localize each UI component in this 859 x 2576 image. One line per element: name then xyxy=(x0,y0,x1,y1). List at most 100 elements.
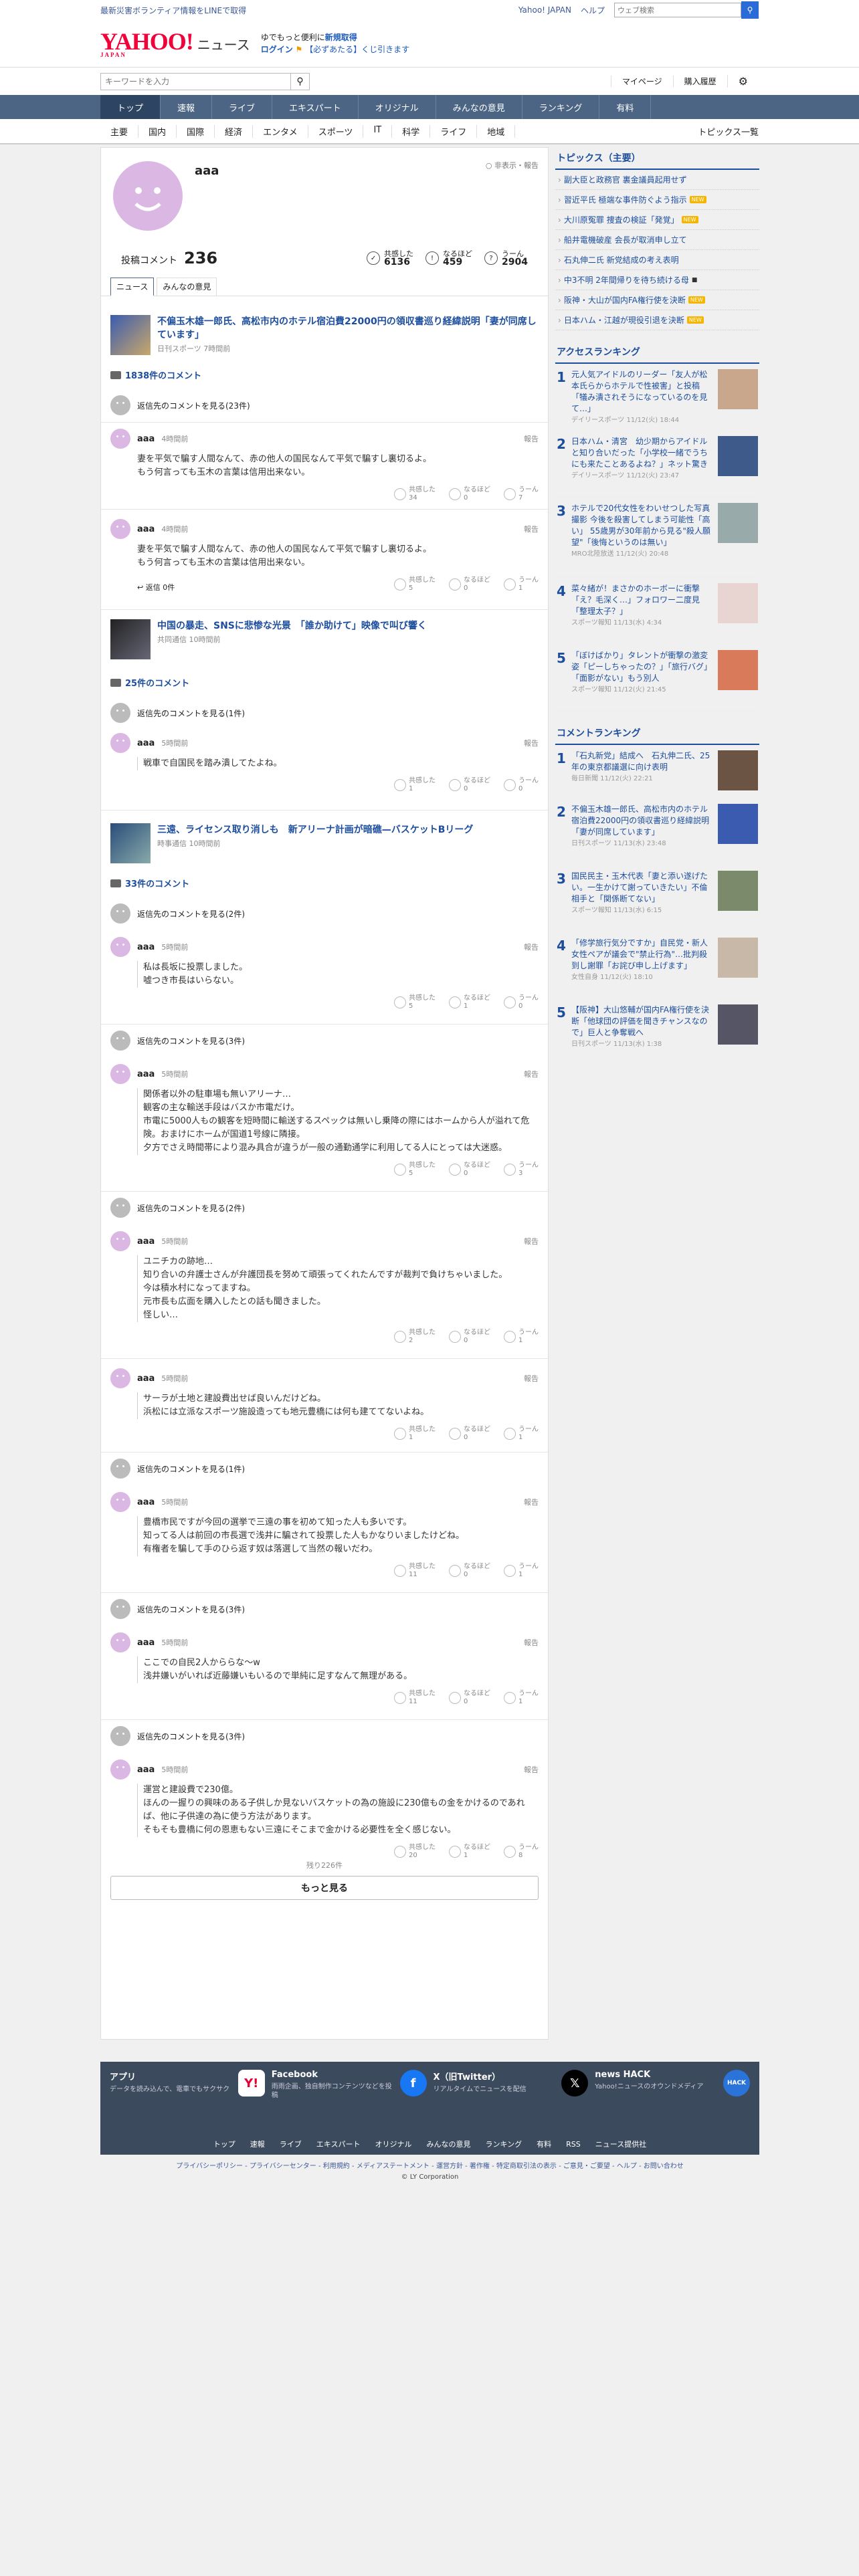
comment-author[interactable]: aaa xyxy=(137,1237,155,1247)
hmm-button[interactable]: うーん 3 xyxy=(504,1162,539,1178)
topic-item[interactable]: 石丸伸二氏 新党結成の考え表明 xyxy=(555,250,759,270)
footer-link[interactable]: みんなの意見 xyxy=(426,2139,470,2149)
topics-list-link[interactable]: トピックス一覧 xyxy=(698,125,759,138)
gnav-expert[interactable]: エキスパート xyxy=(272,95,359,119)
category-science[interactable]: 科学 xyxy=(392,124,431,138)
topic-item[interactable]: 中3不明 2年間帰りを待ち続ける母■ xyxy=(555,270,759,290)
comment-author[interactable]: aaa xyxy=(137,1765,155,1775)
footer-x[interactable]: X（旧Twitter） リアルタイムでニュースを配信 𝕏 xyxy=(434,2070,589,2125)
hmm-button[interactable]: うーん 1 xyxy=(504,1690,539,1706)
tab-opinion[interactable]: みんなの意見 xyxy=(157,278,217,296)
ranking-item[interactable]: 3 国民民主・玉木代表「妻と添い遂げたい。一生かけて謝っていきたい」不倫相手と「関… xyxy=(555,865,759,932)
ranking-item[interactable]: 4 菜々緒が！まさかのホーボーに衝撃「え？毛深く…」フォロワー二度見「整理太子？」… xyxy=(555,578,759,645)
category-entertainment[interactable]: エンタメ xyxy=(253,124,308,138)
empathy-button[interactable]: 共感した 5 xyxy=(394,1162,436,1178)
insight-button[interactable]: なるほど 0 xyxy=(449,576,490,593)
insight-button[interactable]: なるほど 0 xyxy=(449,1162,490,1178)
topic-item[interactable]: 日本ハム・江越が現役引退を決断NEW xyxy=(555,310,759,330)
category-local[interactable]: 地域 xyxy=(477,124,516,138)
footer-link[interactable]: RSS xyxy=(566,2140,581,2149)
article-thumbnail[interactable] xyxy=(110,315,151,355)
news-search-input[interactable] xyxy=(100,72,291,90)
topic-item[interactable]: 阪神・大山が国内FA権行使を決断NEW xyxy=(555,290,759,310)
web-search-input[interactable] xyxy=(614,3,741,17)
insight-button[interactable]: なるほど 0 xyxy=(449,1329,490,1345)
report-link[interactable]: 報告 xyxy=(524,1069,539,1079)
insight-button[interactable]: なるほど 1 xyxy=(449,1844,490,1860)
insight-button[interactable]: なるほど 0 xyxy=(449,1426,490,1442)
article-title[interactable]: 中国の暴走、SNSに悲惨な光景 「誰か助けて」映像で叫び響く xyxy=(157,619,427,633)
mypage-link[interactable]: マイページ xyxy=(610,76,673,87)
hide-report-link[interactable]: ○ 非表示・報告 xyxy=(486,160,539,171)
empathy-button[interactable]: 共感した 34 xyxy=(394,486,436,502)
category-it[interactable]: IT xyxy=(363,124,393,138)
comment-author[interactable]: aaa xyxy=(137,1638,155,1648)
empathy-button[interactable]: 共感した 5 xyxy=(394,576,436,593)
hmm-button[interactable]: うーん 1 xyxy=(504,1563,539,1579)
gnav-top[interactable]: トップ xyxy=(100,95,161,119)
comment-author[interactable]: aaa xyxy=(137,434,155,444)
comment-count[interactable]: 33件のコメント xyxy=(101,877,548,889)
reply-parent-link[interactable]: 返信先のコメントを見る(23件) xyxy=(101,395,548,415)
footer-newshack[interactable]: news HACK Yahoo!ニュースのオウンドメディア HACK xyxy=(595,2070,750,2125)
empathy-button[interactable]: 共感した 1 xyxy=(394,777,436,793)
hmm-button[interactable]: うーん 0 xyxy=(504,994,539,1010)
empathy-button[interactable]: 共感した 2 xyxy=(394,1329,436,1345)
report-link[interactable]: 報告 xyxy=(524,1373,539,1384)
legal-links[interactable]: プライバシーポリシー - プライバシーセンター - 利用規約 - メディアステー… xyxy=(100,2161,759,2172)
ranking-item[interactable]: 2 不偏玉木雄一郎氏、高松市内のホテル宿泊費22000円の領収書巡り経緯説明「妻が… xyxy=(555,798,759,865)
empathy-button[interactable]: 共感した 5 xyxy=(394,994,436,1010)
hmm-button[interactable]: うーん 7 xyxy=(504,486,539,502)
category-life[interactable]: ライフ xyxy=(430,124,478,138)
footer-facebook[interactable]: Facebook 雨雨企画、独自制作コンテンツなどを投稿 f xyxy=(272,2070,427,2125)
insight-button[interactable]: なるほど 0 xyxy=(449,777,490,793)
footer-link[interactable]: エキスパート xyxy=(316,2139,361,2149)
empathy-button[interactable]: 共感した 11 xyxy=(394,1563,436,1579)
topic-item[interactable]: 大川原冤罪 捜査の検証「発覚」NEW xyxy=(555,210,759,230)
insight-button[interactable]: なるほど 0 xyxy=(449,1563,490,1579)
comment-author[interactable]: aaa xyxy=(137,1497,155,1507)
gear-icon[interactable]: ⚙ xyxy=(727,75,759,88)
ranking-item[interactable]: 1 「石丸新党」結成へ 石丸伸二氏、25年の東京都議選に向け表明 毎日新聞 11/1… xyxy=(555,745,759,798)
reply-parent-link[interactable]: 返信先のコメントを見る(1件) xyxy=(101,703,548,723)
campaign-link[interactable]: 【必ずあたる】くじ引きます xyxy=(305,45,409,54)
hmm-button[interactable]: うーん 1 xyxy=(504,1329,539,1345)
tab-news[interactable]: ニュース xyxy=(110,278,155,296)
reply-parent-link[interactable]: 返信先のコメントを見る(2件) xyxy=(101,903,548,924)
article-title[interactable]: 三遠、ライセンス取り消しも 新アリーナ計画が暗礁—バスケットBリーグ xyxy=(157,823,473,837)
footer-app[interactable]: アプリ データを読み込んで、電車でもサクサク Y! xyxy=(110,2070,265,2125)
report-link[interactable]: 報告 xyxy=(524,738,539,748)
gnav-opinion[interactable]: みんなの意見 xyxy=(436,95,522,119)
load-more-button[interactable]: もっと見る xyxy=(110,1876,539,1900)
web-search-button[interactable]: ⚲ xyxy=(741,1,759,19)
ranking-item[interactable]: 1 元人気アイドルのリーダー「友人が松本氏らからホテルで性被害」と投稿「犠み潰され… xyxy=(555,364,759,431)
hmm-button[interactable]: うーん 0 xyxy=(504,777,539,793)
comment-author[interactable]: aaa xyxy=(137,1374,155,1384)
article-thumbnail[interactable] xyxy=(110,823,151,863)
report-link[interactable]: 報告 xyxy=(524,942,539,952)
gnav-paid[interactable]: 有料 xyxy=(599,95,652,119)
login-link[interactable]: ログイン xyxy=(261,45,293,54)
footer-link[interactable]: ライブ xyxy=(280,2139,302,2149)
reply-parent-link[interactable]: 返信先のコメントを見る(3件) xyxy=(101,1031,548,1051)
comment-author[interactable]: aaa xyxy=(137,942,155,952)
category-main[interactable]: 主要 xyxy=(100,124,139,138)
yahoo-japan-link[interactable]: Yahoo! JAPAN xyxy=(518,5,571,15)
comment-author[interactable]: aaa xyxy=(137,524,155,534)
gnav-ranking[interactable]: ランキング xyxy=(522,95,600,119)
report-link[interactable]: 報告 xyxy=(524,1637,539,1648)
comment-author[interactable]: aaa xyxy=(137,1069,155,1079)
category-world[interactable]: 国際 xyxy=(177,124,215,138)
footer-link[interactable]: 有料 xyxy=(537,2139,551,2149)
category-domestic[interactable]: 国内 xyxy=(138,124,177,138)
report-link[interactable]: 報告 xyxy=(524,433,539,444)
footer-link[interactable]: 速報 xyxy=(250,2139,265,2149)
yahoo-logo[interactable]: YAHOO! JAPAN xyxy=(100,29,194,58)
topic-item[interactable]: 習近平氏 極端な事件防ぐよう指示NEW xyxy=(555,190,759,210)
reply-parent-link[interactable]: 返信先のコメントを見る(3件) xyxy=(101,1726,548,1746)
gnav-breaking[interactable]: 速報 xyxy=(161,95,213,119)
insight-button[interactable]: なるほど 0 xyxy=(449,1690,490,1706)
footer-link[interactable]: オリジナル xyxy=(375,2139,411,2149)
insight-button[interactable]: なるほど 0 xyxy=(449,486,490,502)
news-search-button[interactable]: ⚲ xyxy=(291,72,310,90)
